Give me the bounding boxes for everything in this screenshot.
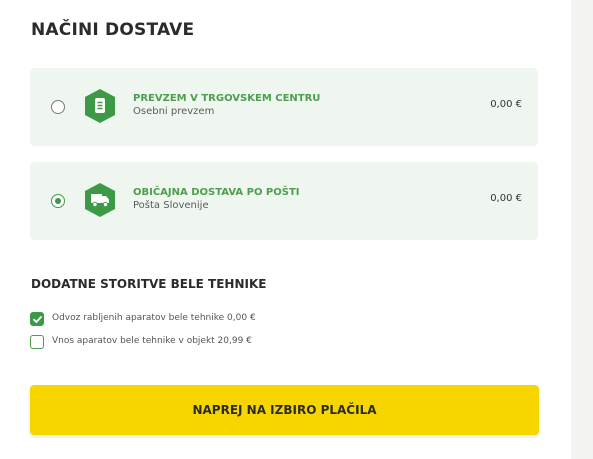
option-price: 0,00 € <box>490 193 522 204</box>
continue-to-payment-button[interactable]: NAPREJ NA IZBIRO PLAČILA <box>30 385 539 435</box>
radio-store-pickup[interactable] <box>51 100 65 114</box>
delivery-truck-icon <box>85 183 115 217</box>
radio-post-delivery[interactable] <box>51 194 65 208</box>
checkbox-label: Vnos aparatov bele tehnike v objekt 20,9… <box>52 336 252 346</box>
checkbox-carry-in[interactable] <box>30 335 44 349</box>
option-name: PREVZEM V TRGOVSKEM CENTRU <box>133 93 321 104</box>
delivery-option-store-pickup[interactable]: PREVZEM V TRGOVSKEM CENTRU Osebni prevze… <box>30 68 538 146</box>
checkbox-label: Odvoz rabljenih aparatov bele tehnike 0,… <box>52 313 256 323</box>
option-name: OBIČAJNA DOSTAVA PO POŠTI <box>133 187 300 198</box>
checkbox-removal[interactable] <box>30 312 44 326</box>
option-text: PREVZEM V TRGOVSKEM CENTRU Osebni prevze… <box>133 93 320 118</box>
option-subtitle: Osebni prevzem <box>133 106 215 117</box>
option-text: OBIČAJNA DOSTAVA PO POŠTI Pošta Slovenij… <box>133 187 300 212</box>
extras-title: DODATNE STORITVE BELE TEHNIKE <box>31 277 267 291</box>
store-pickup-icon <box>85 89 115 123</box>
checkmark-icon <box>33 316 42 323</box>
option-subtitle: Pošta Slovenije <box>133 200 209 211</box>
delivery-option-post[interactable]: OBIČAJNA DOSTAVA PO POŠTI Pošta Slovenij… <box>30 162 538 240</box>
page-title: NAČINI DOSTAVE <box>31 20 195 40</box>
option-price: 0,00 € <box>490 99 522 110</box>
shipping-panel: NAČINI DOSTAVE PREVZEM V TRGOVSKEM CENTR… <box>0 0 571 459</box>
